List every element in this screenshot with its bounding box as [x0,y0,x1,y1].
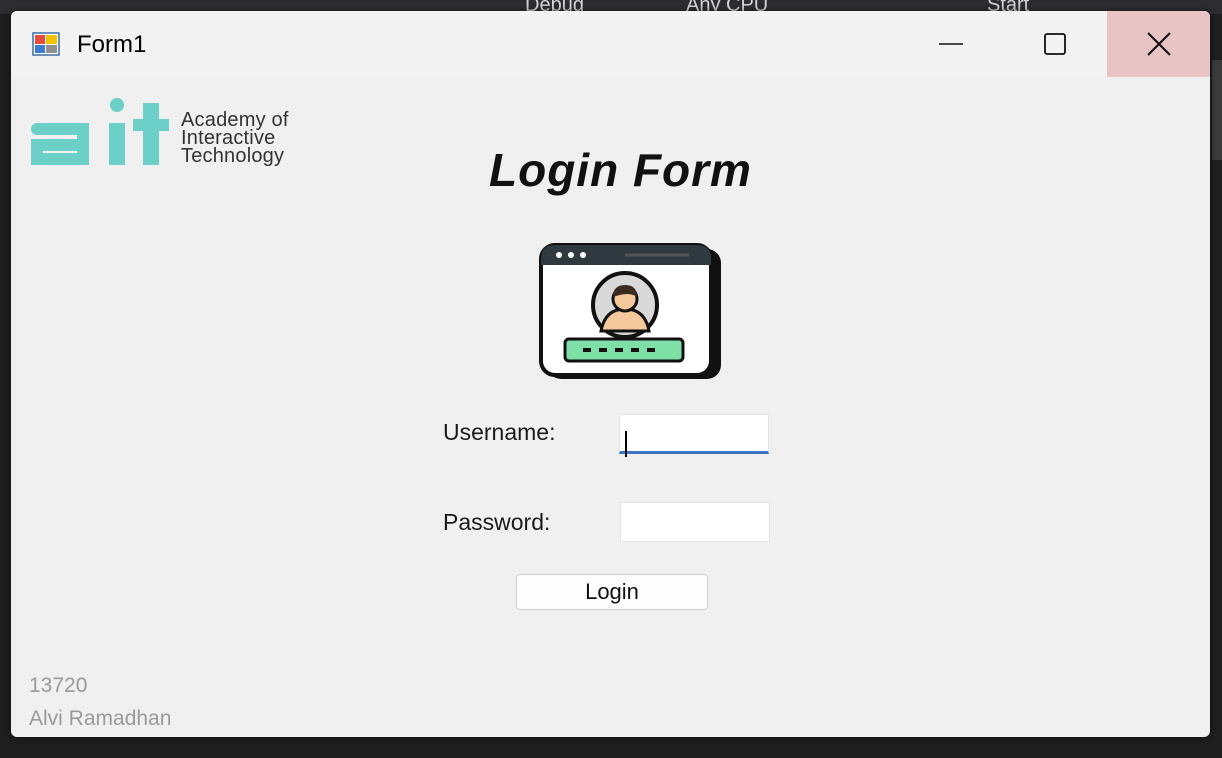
login-button[interactable]: Login [516,574,708,610]
close-button[interactable] [1107,11,1210,77]
minimize-button[interactable] [899,11,1003,77]
form-window: Form1 Academy of Interactive Technology … [11,11,1210,737]
student-name: Alvi Ramadhan [29,707,172,730]
ide-code-area [0,738,1222,758]
user-login-illustration [539,243,721,379]
maximize-icon [1044,33,1066,55]
username-input[interactable] [619,414,769,454]
page-title: Login Form [489,144,752,196]
maximize-button[interactable] [1003,11,1107,77]
username-label: Username: [443,419,556,445]
student-id: 13720 [29,674,88,697]
window-title: Form1 [77,31,147,58]
ide-side-panel [1212,60,1222,160]
app-icon [32,32,60,56]
close-icon [1147,32,1171,56]
title-bar[interactable]: Form1 [11,11,1210,77]
password-label: Password: [443,509,551,535]
password-input[interactable] [620,502,770,542]
logo-line-3: Technology [181,145,285,167]
text-caret [625,431,627,457]
minimize-icon [939,43,963,45]
logo-wordmark: Academy of Interactive Technology [181,110,289,167]
